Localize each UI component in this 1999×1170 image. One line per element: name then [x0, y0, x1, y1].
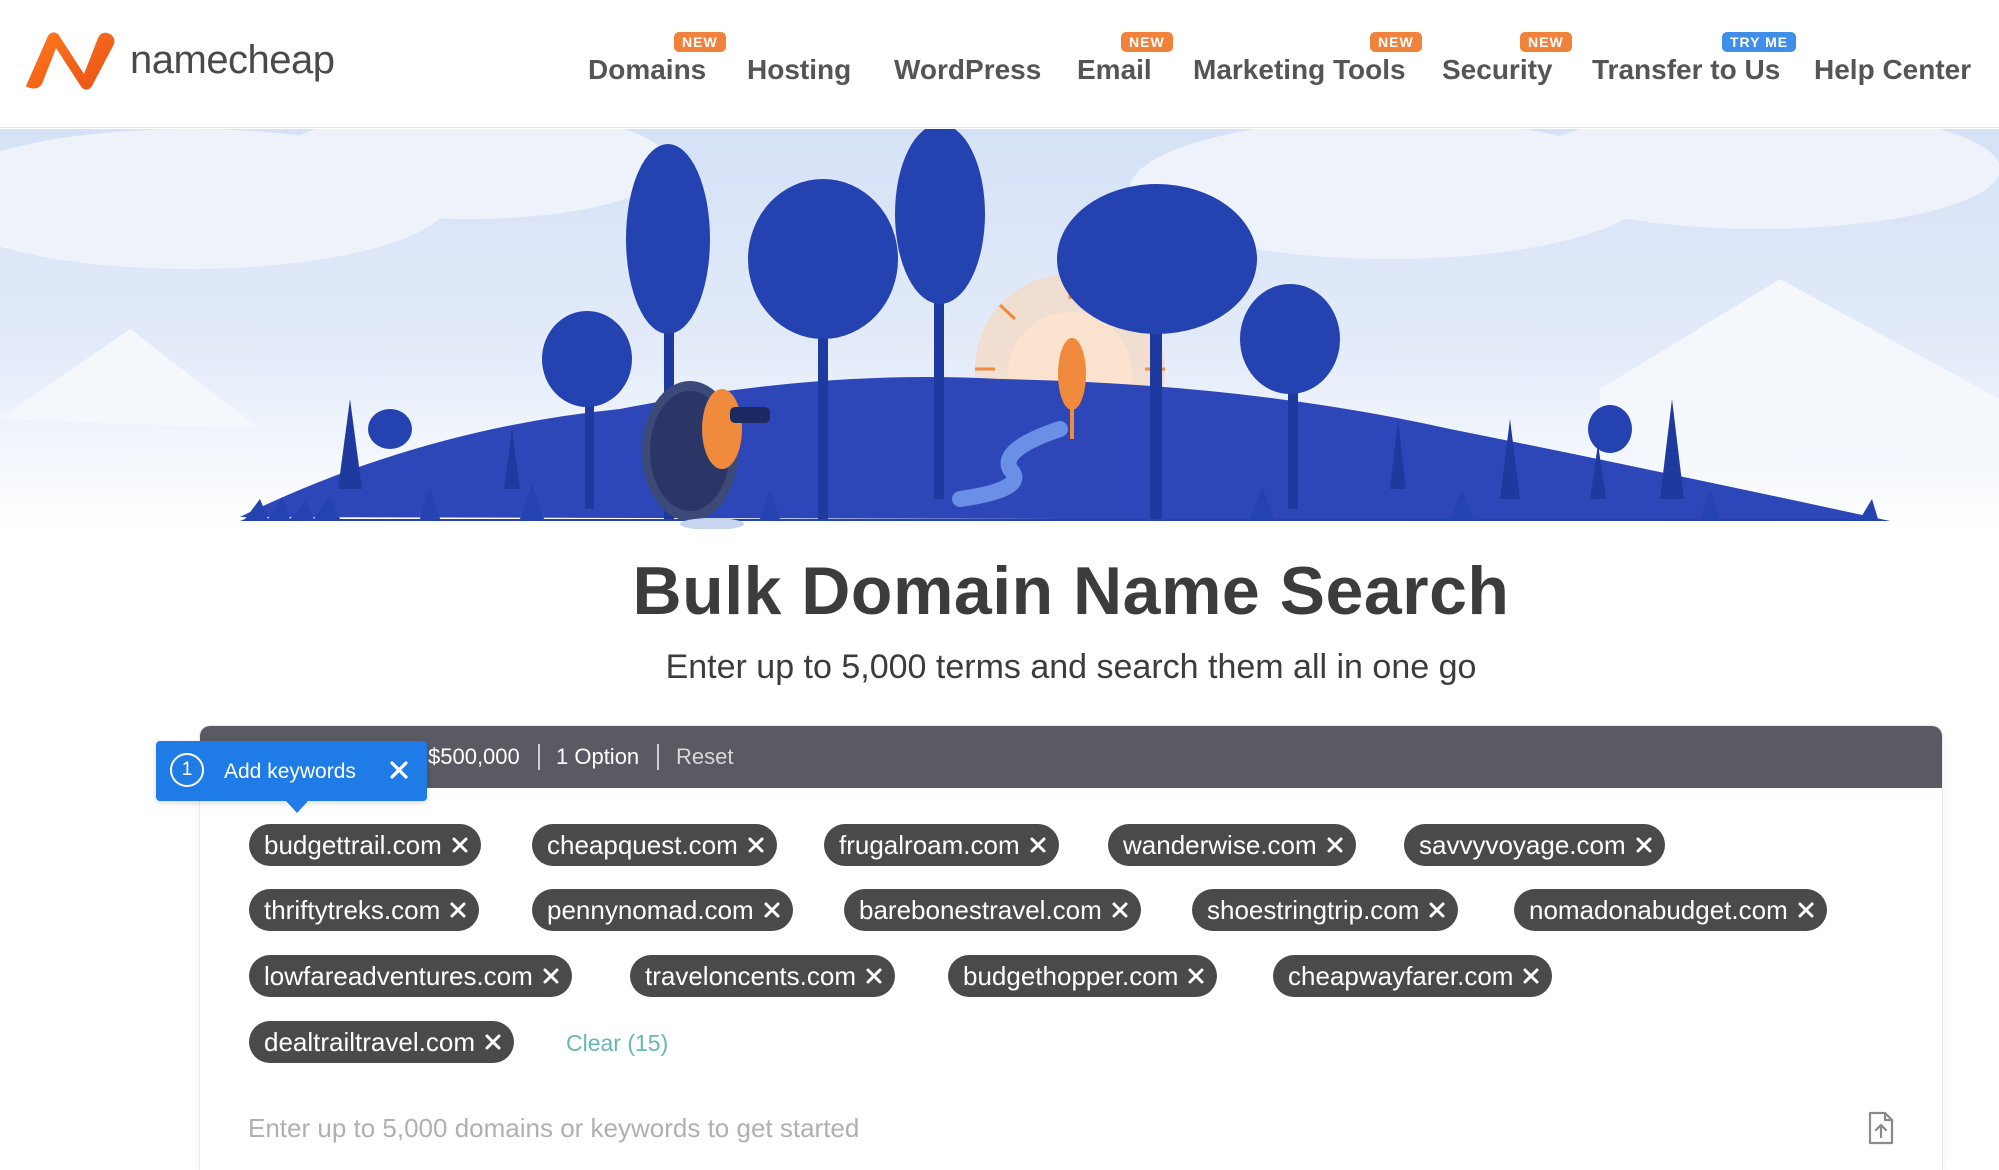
remove-tag-icon[interactable] — [1111, 901, 1129, 919]
tooltip-label: Add keywords — [224, 760, 356, 784]
remove-tag-icon[interactable] — [1522, 967, 1540, 985]
remove-tag-icon[interactable] — [763, 901, 781, 919]
remove-tag-icon[interactable] — [451, 836, 469, 854]
remove-tag-icon[interactable] — [484, 1033, 502, 1051]
nav-email-badge: NEW — [1121, 32, 1173, 52]
domain-tag: dealtrailtravel.com — [249, 1021, 514, 1063]
domain-tag-label: frugalroam.com — [839, 824, 1020, 866]
domain-tag: pennynomad.com — [532, 889, 793, 931]
price-filter[interactable]: $500,000 — [428, 744, 520, 770]
site-header: namecheap Domains NEW Hosting WordPress … — [0, 0, 1999, 128]
nav-marketing-tools[interactable]: Marketing Tools — [1193, 54, 1406, 86]
domain-tag: wanderwise.com — [1108, 824, 1356, 866]
tooltip-arrow — [286, 801, 308, 813]
nav-email[interactable]: Email — [1077, 54, 1152, 86]
domain-tag-label: thriftytreks.com — [264, 889, 440, 931]
domain-tag-label: pennynomad.com — [547, 889, 754, 931]
domain-tag-label: cheapquest.com — [547, 824, 738, 866]
close-icon[interactable] — [384, 755, 414, 785]
domain-tag: shoestringtrip.com — [1192, 889, 1458, 931]
nav-help-center[interactable]: Help Center — [1814, 54, 1971, 86]
domain-tag: lowfareadventures.com — [249, 955, 572, 997]
domain-tag-label: lowfareadventures.com — [264, 955, 533, 997]
nav-marketing-tools-badge: NEW — [1370, 32, 1422, 52]
domain-tag: budgettrail.com — [249, 824, 481, 866]
domain-tag-label: savvyvoyage.com — [1419, 824, 1626, 866]
bulk-search-panel: $500,000 1 Option Reset — [200, 726, 1942, 1170]
remove-tag-icon[interactable] — [1797, 901, 1815, 919]
toolbar-divider — [657, 744, 659, 770]
domain-tag-label: dealtrailtravel.com — [264, 1021, 475, 1063]
nav-security-badge: NEW — [1520, 32, 1572, 52]
search-toolbar: $500,000 1 Option Reset — [200, 726, 1942, 788]
nav-security[interactable]: Security — [1442, 54, 1553, 86]
remove-tag-icon[interactable] — [1029, 836, 1047, 854]
remove-tag-icon[interactable] — [1187, 967, 1205, 985]
page-subtitle: Enter up to 5,000 terms and search them … — [0, 648, 1999, 687]
remove-tag-icon[interactable] — [747, 836, 765, 854]
remove-tag-icon[interactable] — [1635, 836, 1653, 854]
remove-tag-icon[interactable] — [542, 967, 560, 985]
tooltip-step-number: 1 — [170, 753, 204, 787]
nav-domains-badge: NEW — [674, 32, 726, 52]
nav-transfer-to-us[interactable]: Transfer to Us — [1592, 54, 1780, 86]
toolbar-divider — [538, 744, 540, 770]
domain-tag: traveloncents.com — [630, 955, 895, 997]
page-title: Bulk Domain Name Search — [0, 552, 1999, 630]
domain-tag-label: wanderwise.com — [1123, 824, 1317, 866]
domain-tag-label: shoestringtrip.com — [1207, 889, 1419, 931]
domain-tag: barebonestravel.com — [844, 889, 1141, 931]
file-upload-icon[interactable] — [1866, 1110, 1896, 1146]
domain-tag-label: traveloncents.com — [645, 955, 856, 997]
nav-domains[interactable]: Domains — [588, 54, 706, 86]
remove-tag-icon[interactable] — [449, 901, 467, 919]
domain-tag-label: budgettrail.com — [264, 824, 442, 866]
domain-tag-label: nomadonabudget.com — [1529, 889, 1788, 931]
onboarding-tooltip: 1 Add keywords — [156, 741, 427, 801]
forest-hill-illustration — [0, 129, 1999, 529]
domain-tag: thriftytreks.com — [249, 889, 479, 931]
domain-tag: frugalroam.com — [824, 824, 1059, 866]
domain-keywords-input[interactable] — [248, 1108, 1848, 1148]
hero-illustration — [0, 129, 1999, 529]
remove-tag-icon[interactable] — [865, 967, 883, 985]
clear-all-link[interactable]: Clear (15) — [566, 1030, 668, 1057]
domain-tag-label: cheapwayfarer.com — [1288, 955, 1513, 997]
nav-wordpress[interactable]: WordPress — [894, 54, 1041, 86]
domain-tag-label: budgethopper.com — [963, 955, 1178, 997]
domain-tag: budgethopper.com — [948, 955, 1217, 997]
remove-tag-icon[interactable] — [1428, 901, 1446, 919]
domain-tag: cheapquest.com — [532, 824, 777, 866]
options-filter[interactable]: 1 Option — [556, 744, 639, 770]
domain-tag: cheapwayfarer.com — [1273, 955, 1552, 997]
nav-hosting[interactable]: Hosting — [747, 54, 851, 86]
namecheap-logo[interactable]: namecheap — [22, 30, 335, 90]
domain-tag: savvyvoyage.com — [1404, 824, 1665, 866]
nav-transfer-badge: TRY ME — [1722, 32, 1796, 52]
remove-tag-icon[interactable] — [1326, 836, 1344, 854]
domain-tag: nomadonabudget.com — [1514, 889, 1827, 931]
reset-button[interactable]: Reset — [676, 744, 733, 770]
namecheap-logo-icon — [22, 30, 118, 90]
brand-name: namecheap — [130, 38, 335, 83]
domain-tag-label: barebonestravel.com — [859, 889, 1102, 931]
